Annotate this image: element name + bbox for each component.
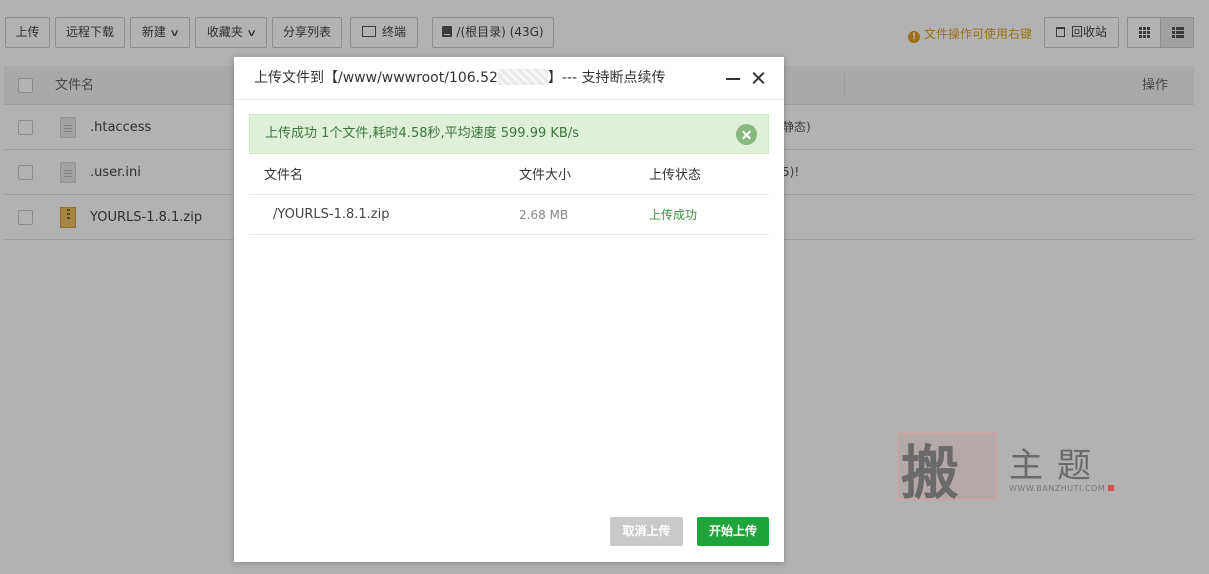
dialog-title-suffix: 】--- 支持断点续传	[547, 70, 666, 86]
upload-file-name: /YOURLS-1.8.1.zip	[273, 207, 390, 222]
upload-dialog: 上传文件到【/www/wwwroot/106.52 】--- 支持断点续传 上传成…	[234, 57, 784, 562]
dialog-title: 上传文件到【/www/wwwroot/106.52 】--- 支持断点续传	[254, 57, 666, 100]
file-manager-page: 上传 远程下载 新建 ∨ 收藏夹 ∨ 分享列表 终端 /(根目录) (43G) ! 文…	[0, 0, 1209, 574]
upload-file-size: 2.68 MB	[519, 208, 569, 222]
column-header-name: 文件名	[264, 168, 304, 183]
redacted-ip	[497, 69, 548, 85]
alert-text: 上传成功 1个文件,耗时4.58秒,平均速度 599.99 KB/s	[265, 126, 579, 141]
table-row: /YOURLS-1.8.1.zip 2.68 MB 上传成功	[249, 195, 769, 235]
watermark-title: 主题	[1009, 446, 1105, 486]
minimize-icon[interactable]	[726, 78, 740, 80]
start-upload-button[interactable]: 开始上传	[697, 517, 769, 546]
column-header-status: 上传状态	[649, 168, 702, 183]
watermark-url: WWW.BANZHUTI.COM	[1009, 484, 1115, 493]
dialog-header: 上传文件到【/www/wwwroot/106.52 】--- 支持断点续传	[234, 57, 784, 100]
cancel-upload-button[interactable]: 取消上传	[610, 517, 683, 546]
upload-success-alert: 上传成功 1个文件,耗时4.58秒,平均速度 599.99 KB/s	[249, 114, 769, 154]
upload-file-status: 上传成功	[649, 208, 698, 222]
dialog-title-prefix: 上传文件到【/www/wwwroot/106.52	[254, 70, 498, 86]
column-header-size: 文件大小	[519, 168, 572, 183]
close-icon[interactable]	[749, 68, 769, 88]
watermark-mark-icon	[1108, 485, 1115, 491]
upload-table: 文件名 文件大小 上传状态 /YOURLS-1.8.1.zip 2.68 MB …	[249, 156, 769, 235]
watermark: 搬 主题 WWW.BANZHUTI.COM	[897, 432, 1127, 507]
watermark-url-text: WWW.BANZHUTI.COM	[1009, 484, 1106, 493]
watermark-seal-char: 搬	[901, 439, 959, 507]
upload-table-header: 文件名 文件大小 上传状态	[249, 156, 769, 195]
alert-close-icon[interactable]	[736, 124, 757, 145]
